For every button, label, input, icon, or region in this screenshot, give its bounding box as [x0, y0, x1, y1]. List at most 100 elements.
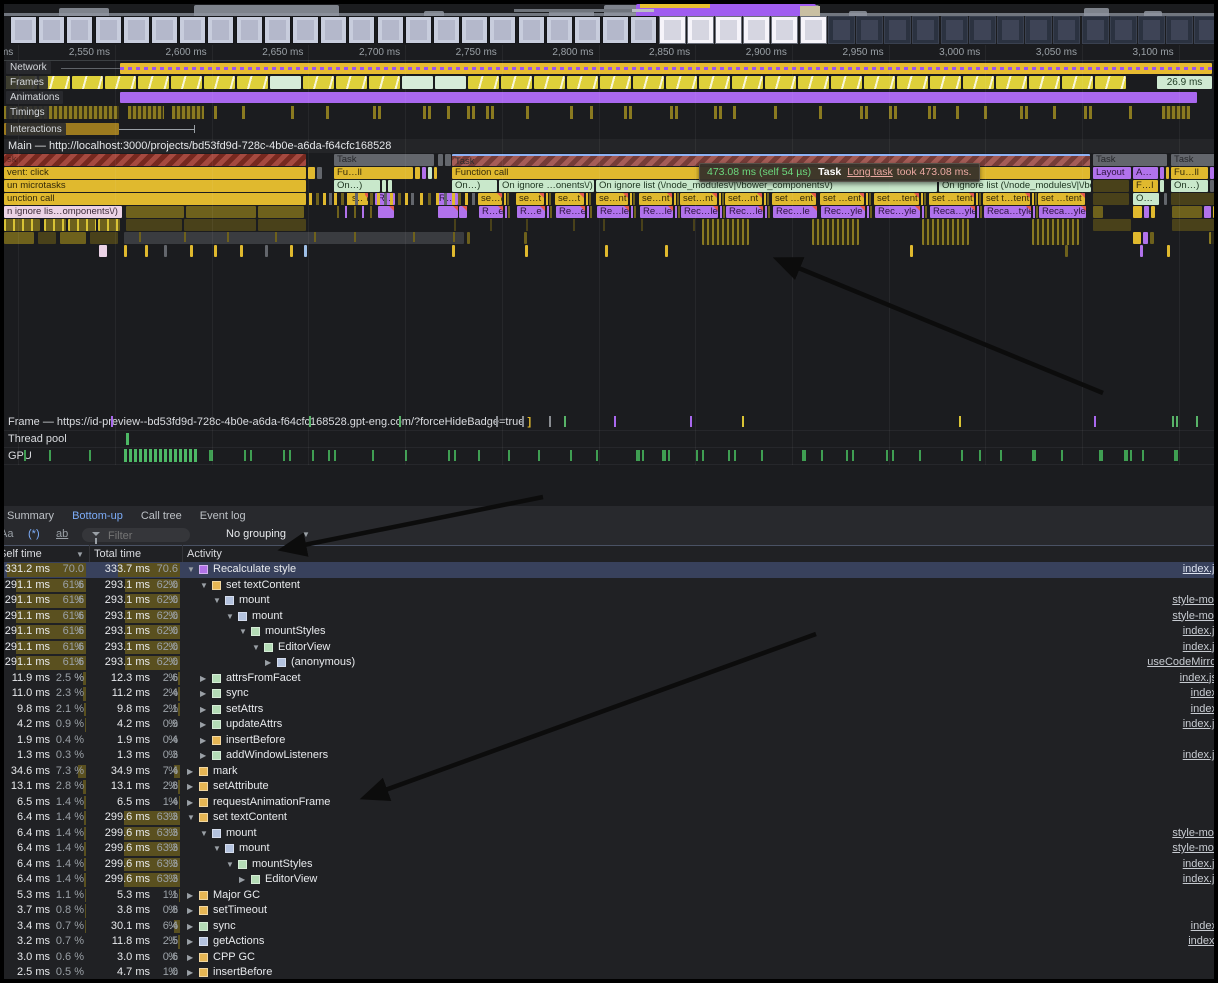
frame-block[interactable] [534, 76, 565, 89]
gpu-tick[interactable] [596, 450, 598, 461]
table-row-editorview[interactable]: 6.4 ms1.4 %299.6 ms63.3 %▶EditorViewinde… [4, 872, 1214, 888]
flame-tick[interactable] [1033, 206, 1035, 218]
frame-event-tick[interactable] [959, 416, 961, 427]
frame-block[interactable] [666, 76, 697, 89]
flame-tick[interactable] [390, 193, 393, 205]
gpu-tick[interactable] [289, 450, 291, 461]
timing-mark[interactable] [491, 106, 494, 119]
flame-bar-set-nt[interactable]: set…nt [725, 193, 762, 205]
timing-marks[interactable] [172, 106, 204, 119]
table-row-mount[interactable]: 6.4 ms1.4 %299.6 ms63.3 %▼mountstyle-mod [4, 841, 1214, 857]
flame-tick[interactable] [573, 219, 575, 231]
thread-pool-event[interactable] [126, 433, 129, 445]
flame-bar[interactable] [1160, 180, 1164, 192]
flame-bar-n-ignore-lis-omponents-[interactable]: n ignore lis…omponents\/) [4, 206, 122, 218]
filmstrip-thumbnail[interactable] [433, 16, 460, 44]
flame-tick[interactable] [764, 193, 766, 205]
flame-tick[interactable] [139, 232, 141, 242]
flame-bar[interactable] [1210, 167, 1214, 179]
flame-bar[interactable] [317, 167, 322, 179]
flame-bar[interactable] [1143, 232, 1148, 244]
filmstrip-thumbnail[interactable] [489, 16, 516, 44]
flame-tick[interactable] [362, 193, 365, 205]
timing-mark[interactable] [1089, 106, 1092, 119]
table-row-getactions[interactable]: 3.2 ms0.7 %11.8 ms2.5 %▶getActionsindex.… [4, 934, 1214, 950]
filmstrip-thumbnail[interactable] [1025, 16, 1052, 44]
flame-tick[interactable] [976, 193, 978, 205]
column-total-time[interactable]: Total time [94, 548, 141, 560]
filmstrip-thumbnail[interactable] [179, 16, 206, 44]
table-row-insertbefore[interactable]: 2.5 ms0.5 %4.7 ms1.0 %▶insertBefore [4, 965, 1214, 979]
gpu-tick[interactable] [696, 450, 698, 461]
frame-block[interactable] [501, 76, 532, 89]
gpu-tick[interactable] [636, 450, 640, 461]
filter-input[interactable] [106, 528, 188, 544]
collapse-arrow-icon[interactable]: ▼ [213, 841, 223, 857]
flame-bar[interactable] [1209, 232, 1214, 244]
flame-tick[interactable] [377, 193, 380, 205]
frame-block[interactable] [996, 76, 1027, 89]
gpu-tick[interactable] [702, 450, 704, 461]
frame-event-tick[interactable] [564, 416, 566, 427]
flame-tick[interactable] [720, 206, 722, 218]
flame-tick[interactable] [413, 232, 415, 242]
gpu-tick[interactable] [852, 450, 854, 461]
filmstrip-thumbnail[interactable] [997, 16, 1024, 44]
table-row-mountstyles[interactable]: 291.1 ms61.6 %293.1 ms62.0 %▼mountStyles… [4, 624, 1214, 640]
flame-bar-un-microtasks[interactable]: un microtasks [4, 180, 306, 192]
gpu-tick[interactable] [728, 450, 730, 461]
flame-bar[interactable] [1093, 193, 1129, 205]
flame-bar-rec-yle[interactable]: Rec…yle [875, 206, 920, 218]
flame-bar[interactable] [258, 219, 306, 231]
gpu-tick[interactable] [134, 449, 137, 462]
grouping-caret-icon[interactable]: ▼ [302, 530, 310, 539]
flame-tick[interactable] [345, 206, 347, 218]
flame-bar[interactable] [1164, 193, 1167, 205]
filmstrip-thumbnail[interactable] [66, 16, 93, 44]
flame-bar[interactable] [290, 245, 293, 257]
flame-tick[interactable] [979, 193, 981, 205]
timeline-overview[interactable] [4, 4, 1214, 45]
expand-arrow-icon[interactable]: ▶ [187, 965, 197, 979]
table-row-sync[interactable]: 3.4 ms0.7 %30.1 ms6.4 %▶syncindex. [4, 919, 1214, 935]
timing-mark[interactable] [675, 106, 678, 119]
filmstrip-thumbnail[interactable] [687, 16, 714, 44]
gpu-tick[interactable] [802, 450, 806, 461]
frame-block[interactable] [930, 76, 961, 89]
expand-arrow-icon[interactable]: ▶ [265, 655, 275, 671]
frame-event-tick[interactable] [111, 416, 113, 427]
flame-bar[interactable] [1133, 206, 1142, 218]
gpu-tick[interactable] [1124, 450, 1128, 461]
filmstrip-thumbnail[interactable] [715, 16, 742, 44]
frame-block[interactable] [237, 76, 268, 89]
flame-bar-rec-le[interactable]: Rec…le [681, 206, 718, 218]
gpu-tick[interactable] [144, 449, 147, 462]
gpu-tick[interactable] [668, 450, 670, 461]
tooltip-long-task-link[interactable]: Long task [847, 166, 893, 178]
match-case-icon[interactable]: Aa [4, 528, 13, 540]
gpu-tick[interactable] [1099, 450, 1103, 461]
filmstrip-thumbnail[interactable] [800, 16, 827, 44]
table-row-mark[interactable]: 34.6 ms7.3 %34.9 ms7.4 %▶mark [4, 764, 1214, 780]
gpu-tick[interactable] [89, 450, 91, 461]
gpu-tick[interactable] [159, 449, 162, 462]
filmstrip-thumbnail[interactable] [630, 16, 657, 44]
main-thread-header[interactable]: Main — http://localhost:3000/projects/bd… [4, 139, 1214, 153]
flame-bar-a-[interactable]: A… [1133, 167, 1158, 179]
timing-mark[interactable] [590, 106, 593, 119]
frame-block[interactable] [732, 76, 763, 89]
flame-tick[interactable] [550, 206, 552, 218]
frame-block[interactable] [897, 76, 928, 89]
flame-bar[interactable] [1213, 206, 1214, 218]
flame-tick[interactable] [436, 193, 439, 205]
gpu-tick[interactable] [164, 449, 167, 462]
timing-mark[interactable] [928, 106, 931, 119]
filmstrip-thumbnail[interactable] [1110, 16, 1137, 44]
filmstrip-thumbnail[interactable] [377, 16, 404, 44]
frame-block[interactable] [864, 76, 895, 89]
flame-bar[interactable] [1133, 232, 1141, 244]
timing-mark[interactable] [956, 106, 959, 119]
flame-bar[interactable] [240, 245, 243, 257]
source-link[interactable]: index.js [1183, 857, 1214, 873]
expand-arrow-icon[interactable]: ▶ [200, 733, 210, 749]
